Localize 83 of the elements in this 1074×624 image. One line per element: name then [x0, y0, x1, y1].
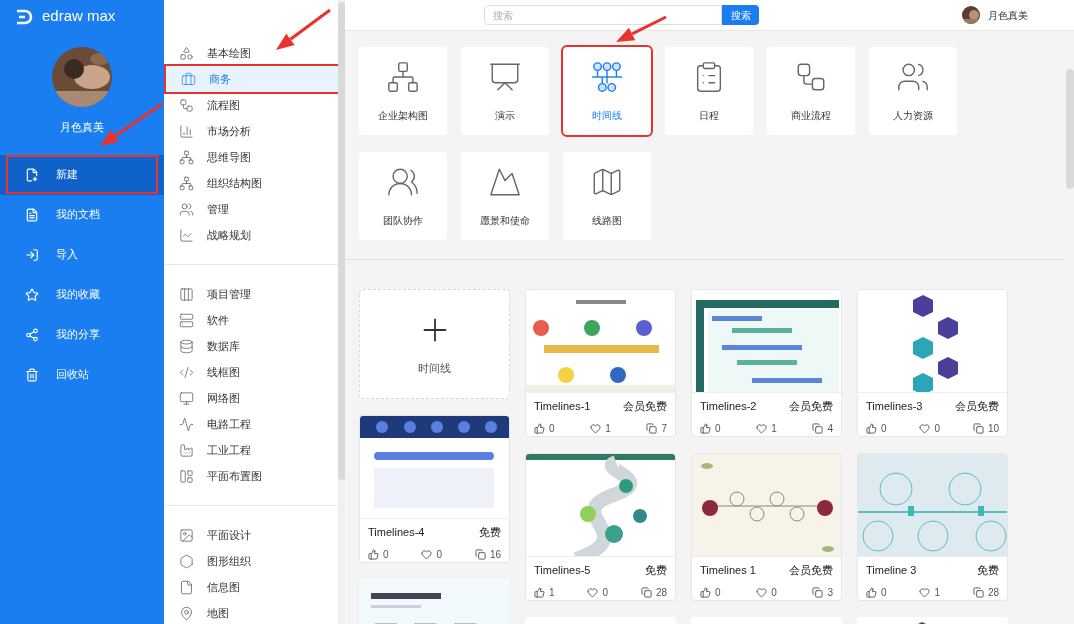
user-name: 月色真美 — [988, 8, 1028, 23]
favorite-count: 1 — [934, 585, 940, 600]
template-card[interactable]: Timeline 3 免费 0 1 28 — [857, 453, 1008, 601]
price-label: 会员免费 — [789, 563, 833, 578]
diagram-type-card[interactable]: 人力资源 — [869, 47, 957, 135]
category-item[interactable]: 网络图 — [164, 385, 338, 411]
favorite-count: 0 — [771, 585, 777, 600]
diagram-type-card[interactable]: 企业架构图 — [359, 47, 447, 135]
diagram-type-card[interactable]: 演示 — [461, 47, 549, 135]
price-label: 免费 — [645, 563, 667, 578]
price-label: 免费 — [977, 563, 999, 578]
category-item[interactable]: 战略规划 — [164, 222, 338, 248]
new-template-card[interactable]: 时间线 — [359, 289, 510, 399]
favorite-count: 0 — [436, 547, 442, 562]
favorite-count: 1 — [605, 421, 611, 436]
category-item[interactable]: 工业工程 — [164, 437, 338, 463]
price-label: 会员免费 — [789, 399, 833, 414]
category-item[interactable]: 线框图 — [164, 359, 338, 385]
favorite-count: 0 — [934, 421, 940, 436]
price-label: 会员免费 — [955, 399, 999, 414]
template-card[interactable]: Timelines-3 会员免费 0 0 10 — [857, 289, 1008, 437]
copy-count: 28 — [987, 585, 999, 600]
category-item[interactable]: 组织结构图 — [164, 170, 338, 196]
diagram-type-card[interactable]: 愿景和使命 — [461, 152, 549, 240]
category-item[interactable]: 信息图 — [164, 574, 338, 600]
category-item[interactable]: 数据库 — [164, 333, 338, 359]
category-item[interactable]: 软件 — [164, 307, 338, 333]
diagram-type-card[interactable]: 日程 — [665, 47, 753, 135]
diagram-type-card[interactable]: 商业流程 — [767, 47, 855, 135]
new-card-label: 时间线 — [418, 360, 451, 376]
copy-count: 3 — [827, 585, 833, 600]
template-title: Timelines-5 — [534, 563, 591, 578]
copy-count: 16 — [489, 547, 501, 562]
nav-item[interactable]: 我的分享 — [8, 317, 156, 352]
search-field[interactable]: 搜索 — [484, 5, 722, 25]
template-title: Timelines-3 — [866, 399, 923, 414]
search-button[interactable]: 搜索 — [722, 5, 759, 25]
template-title: Timelines-4 — [368, 525, 425, 540]
template-card[interactable]: Timelines-2 会员免费 0 1 4 — [691, 289, 842, 437]
like-count: 0 — [383, 547, 389, 562]
nav-item[interactable]: 导入 — [8, 237, 156, 272]
nav-item[interactable]: 回收站 — [8, 357, 156, 392]
like-count: 0 — [549, 421, 555, 436]
category-item[interactable]: 市场分析 — [164, 118, 338, 144]
category-item[interactable]: 地图 — [164, 600, 338, 624]
copy-count: 10 — [987, 421, 999, 436]
template-card[interactable]: Timelines-4 免费 0 0 16 — [359, 415, 510, 563]
like-count: 1 — [549, 585, 555, 600]
favorite-count: 0 — [602, 585, 608, 600]
template-card[interactable]: Timelines-1 会员免费 0 1 7 — [525, 289, 676, 437]
category-item[interactable]: 项目管理 — [164, 281, 338, 307]
copy-count: 4 — [827, 421, 833, 436]
like-count: 0 — [715, 421, 721, 436]
template-card[interactable]: Timelines 1 会员免费 0 0 3 — [691, 453, 842, 601]
nav-item[interactable]: 我的收藏 — [8, 277, 156, 312]
template-title: Timelines 1 — [700, 563, 756, 578]
template-title: Timelines-2 — [700, 399, 757, 414]
category-item[interactable]: 商务 — [166, 66, 340, 92]
user-name: 月色真美 — [59, 120, 105, 135]
category-item[interactable]: 电路工程 — [164, 411, 338, 437]
like-count: 0 — [881, 421, 887, 436]
category-item[interactable]: 流程图 — [164, 92, 338, 118]
copy-count: 28 — [655, 585, 667, 600]
template-title: Timelines-1 — [534, 399, 591, 414]
category-item[interactable]: 平面布置图 — [164, 463, 338, 489]
category-item[interactable]: 图形组织 — [164, 548, 338, 574]
logo-text: edraw max — [42, 6, 116, 27]
price-label: 免费 — [479, 525, 501, 540]
like-count: 0 — [881, 585, 887, 600]
category-item[interactable]: 基本绘图 — [164, 40, 338, 66]
diagram-type-card[interactable]: 线路图 — [563, 152, 651, 240]
category-item[interactable]: 管理 — [164, 196, 338, 222]
diagram-type-card[interactable]: 时间线 — [563, 47, 651, 135]
copy-count: 7 — [661, 421, 667, 436]
price-label: 会员免费 — [623, 399, 667, 414]
template-card[interactable]: Timelines-5 免费 1 0 28 — [525, 453, 676, 601]
diagram-type-card[interactable]: 团队协作 — [359, 152, 447, 240]
like-count: 0 — [715, 585, 721, 600]
favorite-count: 1 — [771, 421, 777, 436]
template-title: Timeline 3 — [866, 563, 917, 578]
category-item[interactable]: 思维导图 — [164, 144, 338, 170]
nav-item[interactable]: 我的文档 — [8, 197, 156, 232]
category-item[interactable]: 平面设计 — [164, 522, 338, 548]
